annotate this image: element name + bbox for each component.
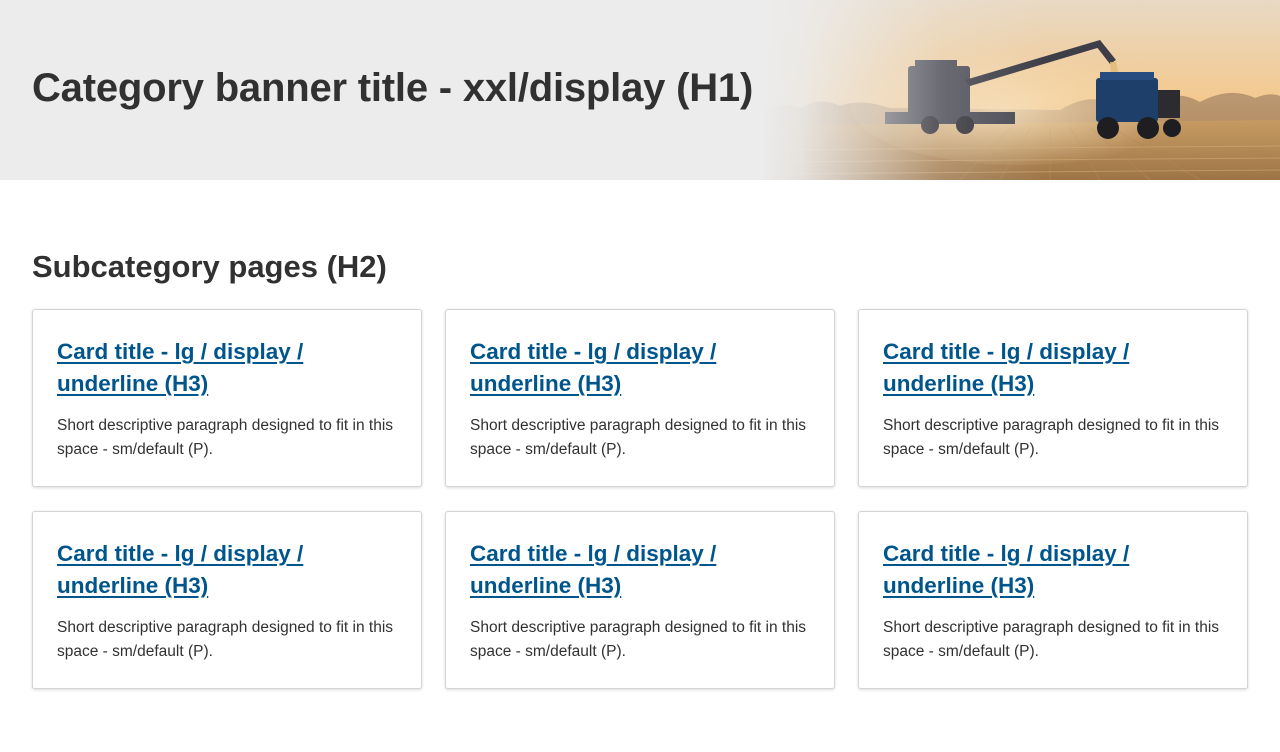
subcategory-card-grid: Card title - lg / display / underline (H… bbox=[32, 309, 1248, 689]
card-title-link[interactable]: Card title - lg / display / underline (H… bbox=[57, 538, 357, 602]
card-title-link[interactable]: Card title - lg / display / underline (H… bbox=[57, 336, 357, 400]
subcategory-card: Card title - lg / display / underline (H… bbox=[32, 309, 422, 487]
card-title-link[interactable]: Card title - lg / display / underline (H… bbox=[883, 538, 1183, 602]
card-description: Short descriptive paragraph designed to … bbox=[883, 417, 1220, 458]
subcategory-card: Card title - lg / display / underline (H… bbox=[858, 511, 1248, 689]
subcategory-card: Card title - lg / display / underline (H… bbox=[32, 511, 422, 689]
subcategory-card: Card title - lg / display / underline (H… bbox=[858, 309, 1248, 487]
card-title-link[interactable]: Card title - lg / display / underline (H… bbox=[470, 538, 770, 602]
card-description: Short descriptive paragraph designed to … bbox=[470, 619, 807, 660]
card-description: Short descriptive paragraph designed to … bbox=[470, 417, 807, 458]
banner-title: Category banner title - xxl/display (H1) bbox=[32, 66, 754, 110]
category-banner: Category banner title - xxl/display (H1) bbox=[0, 0, 1280, 180]
section-title: Subcategory pages (H2) bbox=[32, 249, 387, 284]
card-description: Short descriptive paragraph designed to … bbox=[883, 619, 1220, 660]
card-description: Short descriptive paragraph designed to … bbox=[57, 417, 394, 458]
card-title-link[interactable]: Card title - lg / display / underline (H… bbox=[470, 336, 770, 400]
banner-harvest-image bbox=[760, 0, 1280, 180]
card-title-link[interactable]: Card title - lg / display / underline (H… bbox=[883, 336, 1183, 400]
main-content: Subcategory pages (H2) Card title - lg /… bbox=[0, 247, 1280, 689]
subcategory-card: Card title - lg / display / underline (H… bbox=[445, 511, 835, 689]
card-description: Short descriptive paragraph designed to … bbox=[57, 619, 394, 660]
subcategory-card: Card title - lg / display / underline (H… bbox=[445, 309, 835, 487]
